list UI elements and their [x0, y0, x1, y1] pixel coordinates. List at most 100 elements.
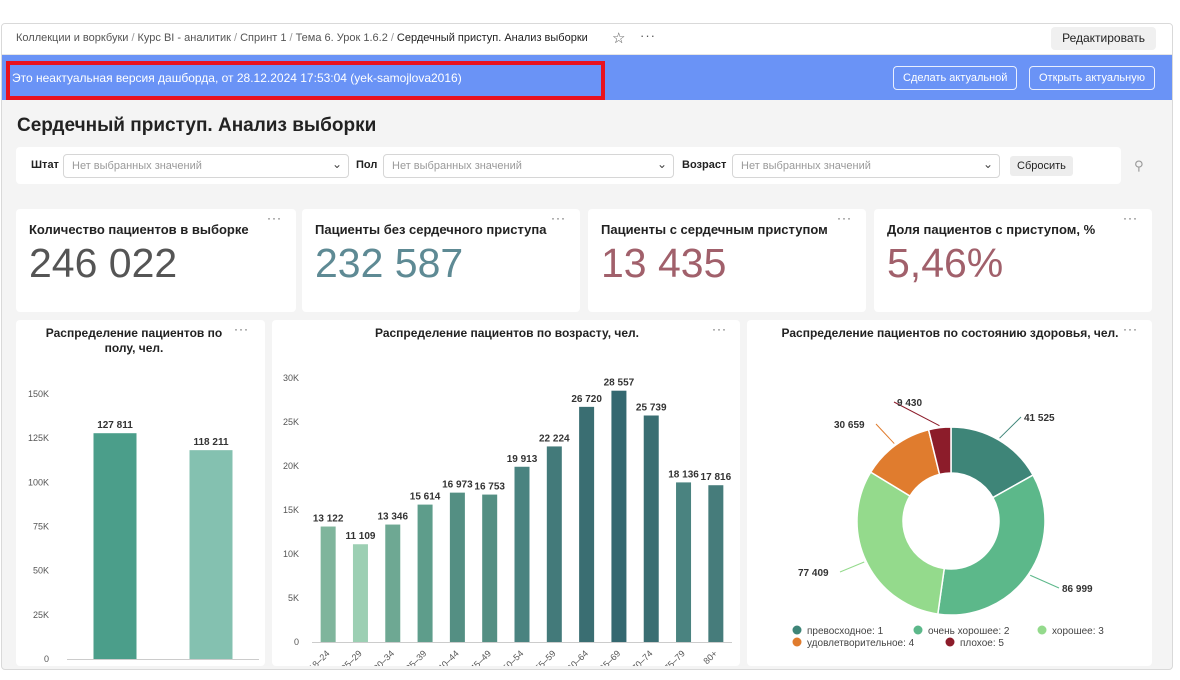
- bar: [514, 466, 530, 642]
- filter-select-state[interactable]: Нет выбранных значений ⌄: [63, 154, 349, 178]
- slice-label: 86 999: [1062, 584, 1093, 595]
- x-tick-label: 55–59: [533, 648, 558, 666]
- chart-panel-health: Распределение пациентов по состоянию здо…: [747, 320, 1152, 666]
- kpi-value: 13 435: [601, 240, 727, 286]
- slice-leader-line: [1029, 574, 1060, 589]
- bar: [93, 433, 137, 659]
- data-label: 18 136: [668, 469, 699, 480]
- filter-placeholder: Нет выбранных значений: [72, 160, 202, 172]
- chevron-down-icon: ⌄: [331, 157, 342, 171]
- pin-icon[interactable]: ⚲: [1134, 158, 1144, 174]
- slice-label: 77 409: [798, 568, 829, 579]
- breadcrumb-item-collections[interactable]: Коллекции и воркбуки: [16, 32, 128, 44]
- x-tick-label: 25–29: [339, 648, 364, 666]
- more-menu-icon[interactable]: ···: [712, 322, 727, 336]
- legend-label: плохое: 5: [960, 638, 1004, 649]
- data-label: 15 614: [410, 492, 441, 503]
- kpi-title: Доля пациентов с приступом, %: [887, 222, 1096, 237]
- legend-marker: [945, 637, 955, 647]
- chevron-down-icon: ⌄: [982, 157, 993, 171]
- breadcrumb-item-sprint[interactable]: Спринт 1: [240, 32, 286, 44]
- bar: [385, 524, 401, 642]
- legend-label: хорошее: 3: [1052, 626, 1104, 637]
- bar: [320, 526, 336, 642]
- kpi-card-no-attack: Пациенты без сердечного приступа 232 587…: [302, 209, 580, 312]
- more-menu-icon[interactable]: ···: [551, 211, 566, 225]
- data-label: 16 973: [442, 480, 473, 491]
- breadcrumb: Коллекции и воркбуки / Курс BI - аналитик /…: [16, 32, 588, 44]
- edit-button[interactable]: Редактировать: [1051, 27, 1156, 50]
- data-label: 11 109: [345, 531, 375, 542]
- bar: [643, 415, 659, 642]
- legend-label: очень хорошее: 2: [928, 626, 1010, 637]
- filter-select-age[interactable]: Нет выбранных значений ⌄: [732, 154, 1000, 178]
- more-menu-icon[interactable]: ···: [640, 28, 656, 43]
- bar: [676, 482, 692, 642]
- x-tick-label: 70–74: [630, 648, 655, 666]
- filter-placeholder: Нет выбранных значений: [392, 160, 522, 172]
- kpi-card-total: Количество пациентов в выборке 246 022 ·…: [16, 209, 296, 312]
- data-label: 17 816: [701, 472, 732, 483]
- data-label: 16 753: [474, 482, 505, 493]
- slice-leader-line: [999, 416, 1022, 439]
- filter-select-sex[interactable]: Нет выбранных значений ⌄: [383, 154, 674, 178]
- legend-marker: [913, 625, 923, 635]
- legend-label: удовлетворительное: 4: [807, 638, 915, 649]
- y-tick-label: 15K: [283, 505, 299, 515]
- legend-marker: [792, 625, 802, 635]
- more-menu-icon[interactable]: ···: [1123, 211, 1138, 225]
- star-icon[interactable]: ☆: [612, 29, 625, 47]
- more-menu-icon[interactable]: ···: [267, 211, 282, 225]
- pie-slice: [856, 471, 946, 615]
- data-label: 13 346: [377, 512, 408, 523]
- slice-label: 30 659: [834, 420, 865, 431]
- filter-bar: Штат Нет выбранных значений ⌄ Пол Нет вы…: [16, 147, 1121, 184]
- more-menu-icon[interactable]: ···: [234, 322, 249, 336]
- kpi-title: Количество пациентов в выборке: [29, 222, 249, 237]
- x-tick-label: 35–39: [404, 648, 429, 666]
- x-tick-label: 50–54: [501, 648, 526, 666]
- data-label: 28 557: [604, 378, 635, 389]
- age-bar-chart: 0 5K 10K 15K 20K 25K 30K 13 122 18–24 11 109 25–29…: [283, 373, 732, 669]
- y-tick-label: 100K: [28, 477, 49, 487]
- banner-text: Это неактуальная версия дашборда, от 28.…: [12, 71, 462, 85]
- dashboard-window: Коллекции и воркбуки / Курс BI - аналитик /…: [1, 23, 1173, 670]
- y-tick-label: 20K: [283, 461, 299, 471]
- x-tick-label: 18–24: [307, 648, 332, 666]
- make-current-button[interactable]: Сделать актуальной: [893, 66, 1018, 90]
- bar: [708, 485, 724, 642]
- kpi-value: 232 587: [315, 240, 464, 286]
- y-tick-label: 0: [294, 637, 299, 647]
- reset-button[interactable]: Сбросить: [1010, 156, 1073, 176]
- y-tick-label: 125K: [28, 433, 49, 443]
- x-tick-label: 40–44: [436, 648, 461, 666]
- breadcrumb-item-topic[interactable]: Тема 6. Урок 1.6.2: [296, 32, 388, 44]
- data-label: 127 811: [97, 420, 133, 431]
- breadcrumb-item-current: Сердечный приступ. Анализ выборки: [396, 32, 588, 44]
- slice-leader-line: [839, 561, 865, 573]
- sex-bar-chart: 025K50K75K100K125K150K127 811женщина118 …: [28, 389, 259, 669]
- chart-title: Распределение пациентов по возрасту, чел…: [374, 326, 640, 340]
- slice-leader-line: [875, 423, 895, 444]
- kpi-title: Пациенты без сердечного приступа: [315, 222, 547, 237]
- more-menu-icon[interactable]: ···: [1123, 322, 1138, 336]
- kpi-card-share: Доля пациентов с приступом, % 5,46% ···: [874, 209, 1152, 312]
- y-tick-label: 75K: [33, 522, 49, 532]
- kpi-value: 246 022: [29, 240, 178, 286]
- kpi-title: Пациенты с сердечным приступом: [601, 222, 828, 237]
- chart-title: Распределение пациентов по состоянию здо…: [781, 326, 1119, 340]
- legend-label: превосходное: 1: [807, 626, 884, 637]
- x-tick-label: 65–69: [598, 648, 623, 666]
- breadcrumb-item-course[interactable]: Курс BI - аналитик: [138, 32, 232, 44]
- filter-label-state: Штат: [31, 159, 59, 171]
- open-current-button[interactable]: Открыть актуальную: [1029, 66, 1155, 90]
- bar: [352, 544, 368, 642]
- legend-marker: [1037, 625, 1047, 635]
- bar: [579, 406, 595, 642]
- bar: [546, 446, 562, 642]
- more-menu-icon[interactable]: ···: [837, 211, 852, 225]
- y-tick-label: 10K: [283, 549, 299, 559]
- x-tick-label: 80+: [701, 648, 719, 666]
- y-tick-label: 30K: [283, 373, 299, 383]
- y-tick-label: 150K: [28, 389, 49, 399]
